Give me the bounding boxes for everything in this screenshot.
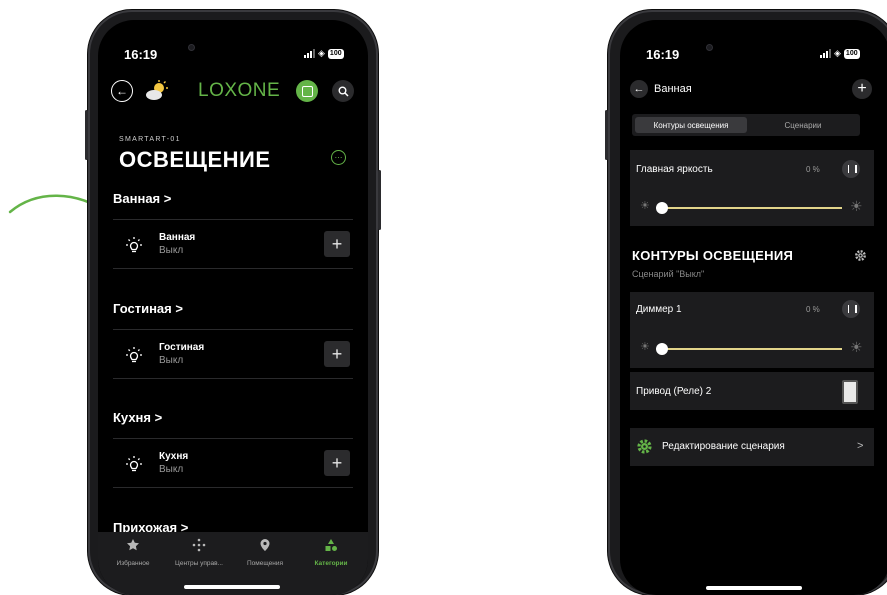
bottom-tab-bar: Избранное Центры управ... Помещения Кате…	[98, 532, 368, 595]
master-brightness-label: Главная яркость	[636, 164, 713, 175]
location-pin-icon	[260, 539, 270, 551]
edit-scene-row[interactable]: Редактирование сценария >	[630, 428, 874, 466]
light-item-state: Выкл	[159, 355, 184, 366]
plus-button-bathroom[interactable]: +	[324, 231, 350, 257]
master-brightness-slider-fill	[658, 207, 842, 209]
tab-scenes[interactable]: Сценарии	[750, 117, 856, 133]
gear-icon	[637, 439, 652, 454]
front-camera	[188, 44, 195, 51]
divider	[113, 268, 353, 269]
right-phone: 16:19 ◈ 100 ← Ванная + Контуры освещения…	[605, 10, 887, 595]
tab-lighting-circuits[interactable]: Контуры освещения	[635, 117, 747, 133]
dimmer-value: 0 %	[806, 305, 820, 314]
dots-icon	[192, 538, 206, 552]
status-time: 16:19	[124, 47, 158, 62]
divider	[113, 329, 353, 330]
status-icons: ◈ 100	[820, 48, 860, 59]
tab-label: Центры управ...	[175, 560, 223, 567]
brightness-low-icon: ☀	[640, 341, 650, 353]
back-button[interactable]: ←	[111, 80, 133, 102]
front-camera	[706, 44, 713, 51]
status-time: 16:19	[646, 47, 680, 62]
dimmer-slider-thumb[interactable]	[656, 343, 668, 355]
right-phone-volume-button	[605, 110, 608, 160]
dimmer-toggle[interactable]	[842, 300, 860, 318]
light-item-state: Выкл	[159, 464, 184, 475]
page-title: ОСВЕЩЕНИЕ	[119, 147, 271, 172]
tab-categories[interactable]: Категории	[300, 538, 362, 567]
right-screen: 16:19 ◈ 100 ← Ванная + Контуры освещения…	[620, 20, 887, 595]
plus-button-living-room[interactable]: +	[324, 341, 350, 367]
master-brightness-card: Главная яркость 0 % ☀ ☀	[630, 150, 874, 226]
status-icons: ◈ 100	[304, 48, 344, 59]
room-heading-living-room[interactable]: Гостиная >	[113, 301, 183, 316]
segmented-control: Контуры освещения Сценарии	[632, 114, 860, 136]
wifi-icon: ◈	[318, 48, 325, 58]
home-indicator	[706, 586, 802, 590]
status-bar: 16:19 ◈ 100	[98, 20, 368, 62]
star-icon	[127, 539, 139, 551]
search-button[interactable]	[332, 80, 354, 102]
sun-cloud-icon	[146, 80, 168, 100]
signal-icon	[304, 49, 315, 58]
dimmer-label: Диммер 1	[636, 304, 682, 315]
wifi-icon: ◈	[834, 48, 841, 58]
master-brightness-slider-thumb[interactable]	[656, 202, 668, 214]
status-bar: 16:19 ◈ 100	[620, 20, 887, 62]
tab-label: Категории	[314, 560, 348, 567]
divider	[113, 438, 353, 439]
divider	[113, 219, 353, 220]
left-phone-power-button	[378, 170, 381, 230]
more-options-button[interactable]: ⋯	[331, 150, 346, 165]
relay-label: Привод (Реле) 2	[636, 386, 712, 397]
signal-icon	[820, 49, 831, 58]
chevron-right-icon: >	[857, 440, 864, 452]
battery-icon: 100	[843, 48, 860, 59]
dimmer-slider-fill	[658, 348, 842, 350]
edit-scene-label: Редактирование сценария	[662, 441, 785, 452]
brightness-high-icon: ☀	[850, 339, 863, 355]
header-title: Ванная	[654, 83, 692, 95]
tab-label: Избранное	[116, 560, 150, 567]
relay-switch[interactable]	[842, 380, 858, 404]
room-heading-bathroom[interactable]: Ванная >	[113, 191, 171, 206]
master-brightness-toggle[interactable]	[842, 160, 860, 178]
gear-icon[interactable]	[854, 249, 867, 262]
lightbulb-icon	[126, 456, 142, 472]
back-button[interactable]: ←	[630, 80, 648, 98]
tab-favorites[interactable]: Избранное	[102, 538, 164, 567]
divider	[113, 378, 353, 379]
light-item-name: Кухня	[159, 451, 189, 462]
section-subtitle: Сценарий "Выкл"	[632, 269, 705, 279]
room-heading-kitchen[interactable]: Кухня >	[113, 410, 162, 425]
tab-rooms[interactable]: Помещения	[234, 538, 296, 567]
light-item-name: Гостиная	[159, 342, 205, 353]
section-title: КОНТУРЫ ОСВЕЩЕНИЯ	[632, 248, 794, 263]
battery-icon: 100	[327, 48, 344, 59]
left-screen: 16:19 ◈ 100 ← LOXONE SMARTART-01 ОСВЕЩЕН…	[98, 20, 368, 595]
brightness-high-icon: ☀	[850, 198, 863, 214]
search-icon	[338, 86, 349, 97]
left-phone: 16:19 ◈ 100 ← LOXONE SMARTART-01 ОСВЕЩЕН…	[85, 10, 381, 595]
loxone-logo: LOXONE	[198, 80, 281, 101]
categories-icon	[325, 539, 337, 551]
menu-button[interactable]	[296, 80, 318, 102]
tab-control-centers[interactable]: Центры управ...	[168, 538, 230, 567]
grid-icon	[301, 85, 313, 97]
lightbulb-icon	[126, 237, 142, 253]
relay-card[interactable]: Привод (Реле) 2	[630, 372, 874, 410]
home-indicator	[184, 585, 280, 589]
tab-label: Помещения	[246, 560, 283, 567]
divider	[113, 487, 353, 488]
master-brightness-value: 0 %	[806, 165, 820, 174]
lightbulb-icon	[126, 347, 142, 363]
brightness-low-icon: ☀	[640, 200, 650, 212]
add-button[interactable]: +	[852, 79, 872, 99]
light-item-name: Ванная	[159, 232, 196, 243]
light-item-state: Выкл	[159, 245, 184, 256]
dimmer-card: Диммер 1 0 % ☀ ☀	[630, 292, 874, 368]
plus-button-kitchen[interactable]: +	[324, 450, 350, 476]
left-phone-volume-button	[85, 110, 88, 160]
controller-name: SMARTART-01	[119, 136, 181, 143]
